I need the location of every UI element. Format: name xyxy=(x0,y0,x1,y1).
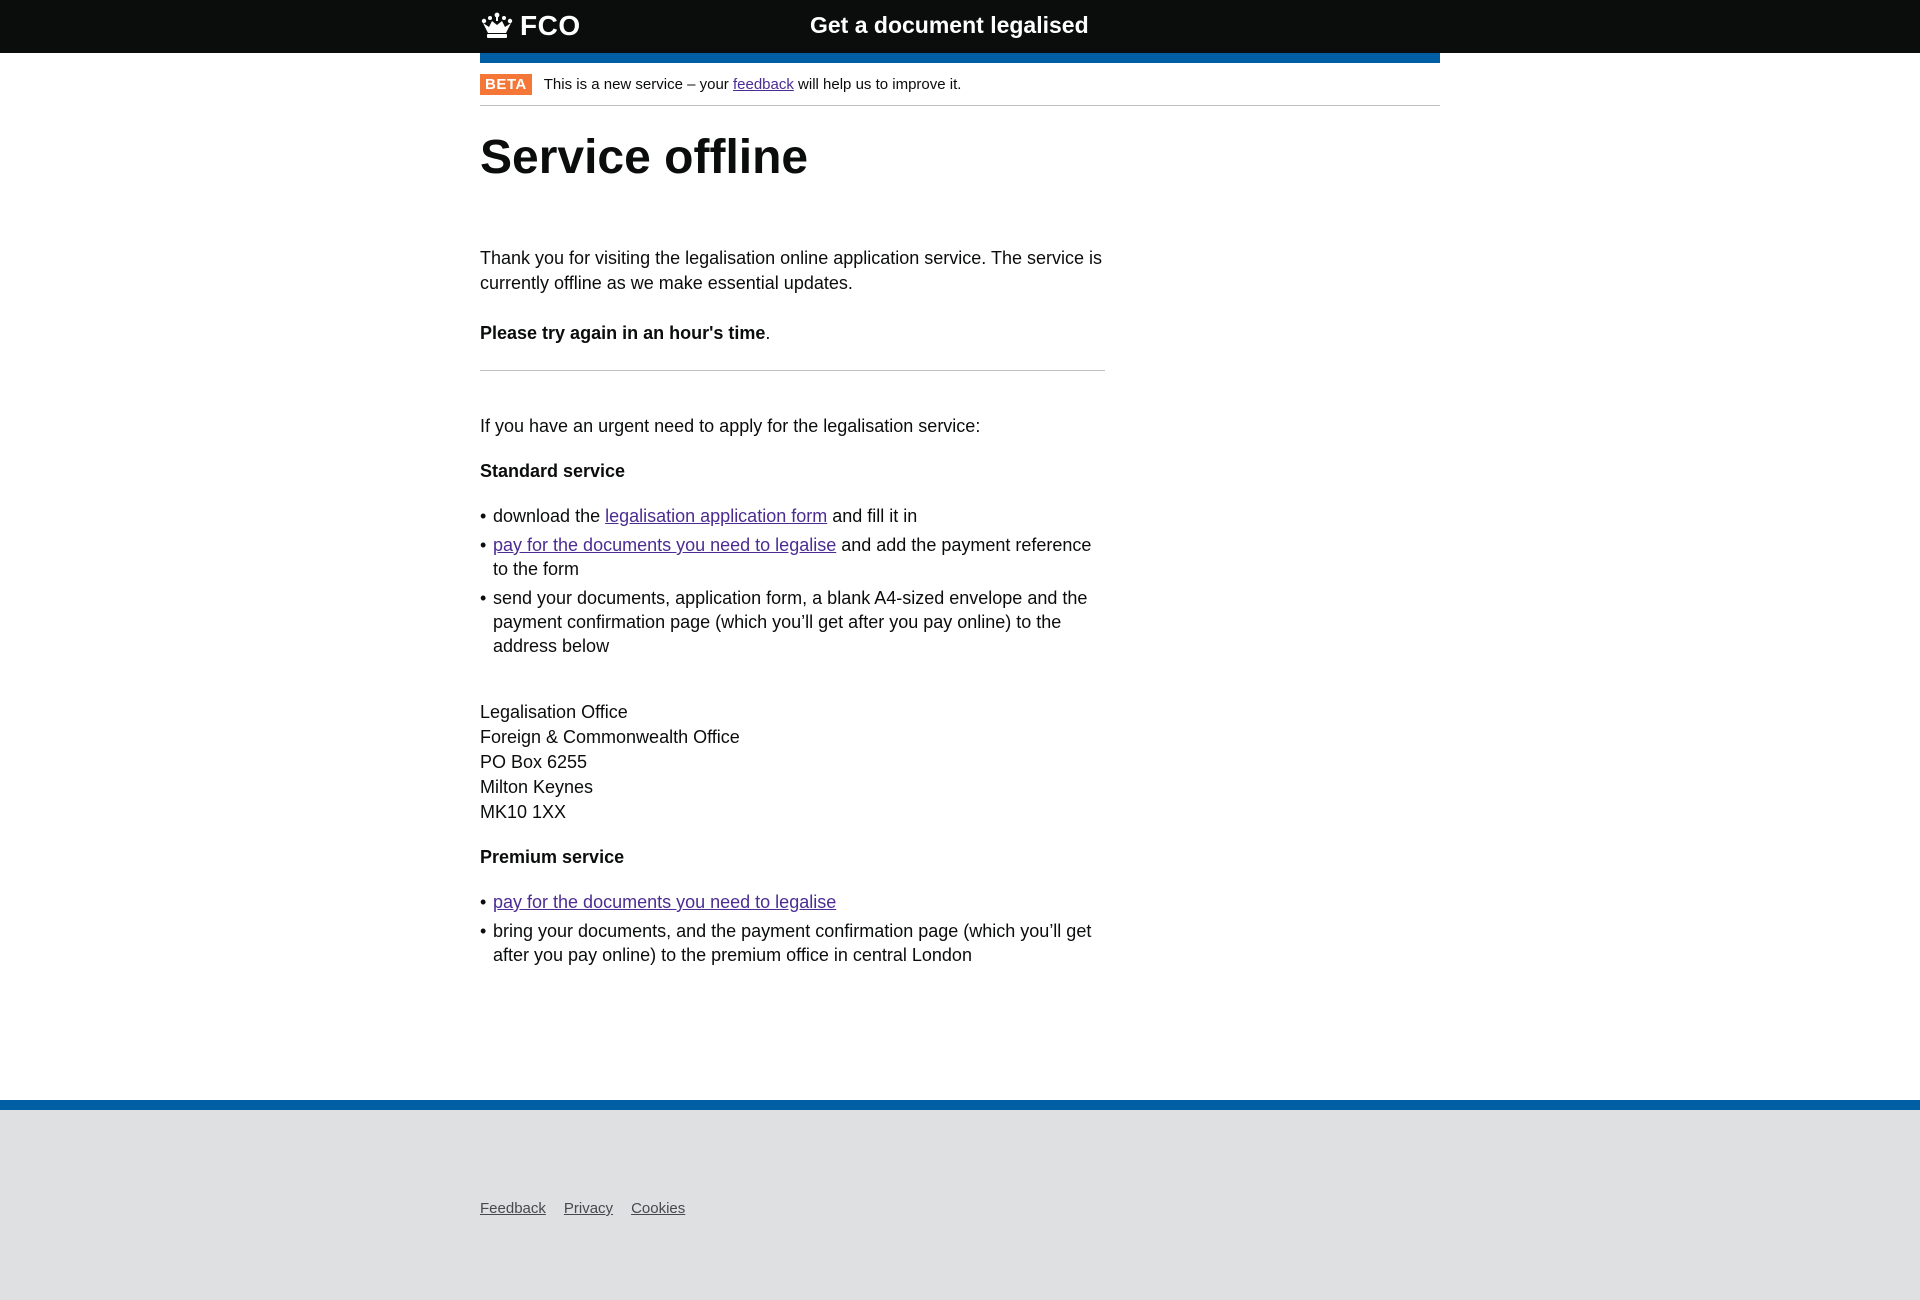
try-again-paragraph: Please try again in an hour's time. xyxy=(480,321,1105,346)
beta-tag: BETA xyxy=(480,73,532,95)
site-footer: Feedback Privacy Cookies xyxy=(0,1110,1920,1300)
urgent-paragraph: If you have an urgent need to apply for … xyxy=(480,416,981,436)
premium-service-list: pay for the documents you need to legali… xyxy=(480,890,1105,967)
crown-icon xyxy=(480,12,514,40)
try-again-text: Please try again in an hour's time xyxy=(480,323,766,343)
section-divider xyxy=(480,370,1105,371)
address-line: MK10 1XX xyxy=(480,802,567,822)
feedback-link[interactable]: feedback xyxy=(733,76,794,93)
footer-cookies-link[interactable]: Cookies xyxy=(631,1200,685,1217)
premium-service-heading: Premium service xyxy=(480,847,625,867)
item-text: and fill it in xyxy=(827,506,918,526)
header-blue-bar xyxy=(480,53,1440,63)
list-item: pay for the documents you need to legali… xyxy=(480,533,1105,581)
phase-text-after: will help us to improve it. xyxy=(793,75,962,93)
logo-text: FCO xyxy=(520,10,581,41)
phase-banner: BETA This is a new service – your feedba… xyxy=(480,63,1440,106)
phase-banner-text: This is a new service – your feedback wi… xyxy=(544,76,962,93)
header-container: FCO Get a document legalised xyxy=(480,0,1440,53)
item-text: download the xyxy=(493,506,606,526)
list-item: send your documents, application form, a… xyxy=(480,586,1105,658)
application-form-link[interactable]: legalisation application form xyxy=(605,506,827,526)
service-name[interactable]: Get a document legalised xyxy=(810,12,1089,39)
address-line: Legalisation Office xyxy=(480,702,628,722)
list-item: bring your documents, and the payment co… xyxy=(480,919,1105,967)
footer-links: Feedback Privacy Cookies xyxy=(480,1200,685,1217)
address-line: Foreign & Commonwealth Office xyxy=(480,727,740,747)
address-line: PO Box 6255 xyxy=(480,752,588,772)
list-item: pay for the documents you need to legali… xyxy=(480,890,1105,914)
pay-documents-link[interactable]: pay for the documents you need to legali… xyxy=(493,535,836,555)
standard-service-heading: Standard service xyxy=(480,461,626,481)
intro-paragraph: Thank you for visiting the legalisation … xyxy=(480,248,1102,293)
postal-address: Legalisation Office Foreign & Commonweal… xyxy=(480,700,1105,825)
content-column: Thank you for visiting the legalisation … xyxy=(480,246,1105,972)
standard-service-list: download the legalisation application fo… xyxy=(480,504,1105,658)
footer-privacy-link[interactable]: Privacy xyxy=(564,1200,613,1217)
page-title: Service offline xyxy=(480,131,809,184)
list-item: download the legalisation application fo… xyxy=(480,504,1105,528)
pay-documents-premium-link[interactable]: pay for the documents you need to legali… xyxy=(493,892,836,912)
site-header: FCO Get a document legalised xyxy=(0,0,1920,53)
address-line: Milton Keynes xyxy=(480,777,594,797)
try-again-suffix: . xyxy=(765,323,771,343)
footer-feedback-link[interactable]: Feedback xyxy=(480,1200,546,1217)
fco-logo-link[interactable]: FCO xyxy=(480,10,581,42)
phase-text-before: This is a new service – your xyxy=(543,75,733,93)
footer-blue-bar xyxy=(0,1100,1920,1110)
